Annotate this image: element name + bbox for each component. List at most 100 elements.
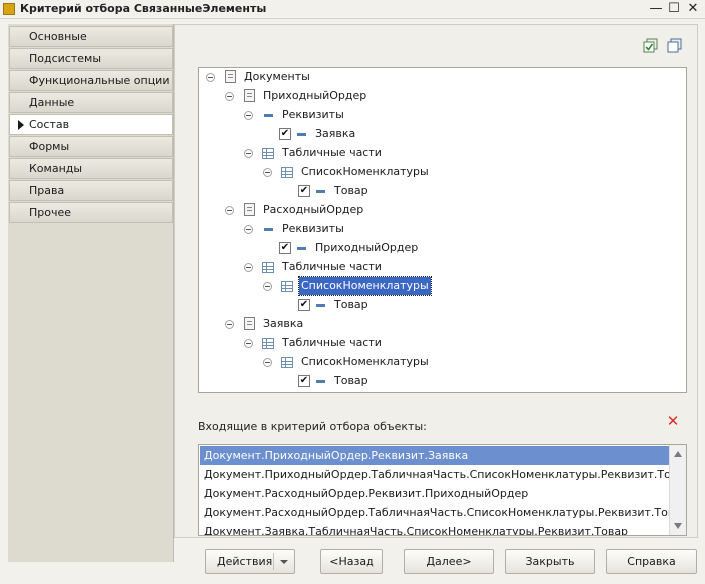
tree-checkbox[interactable]: ✔ — [298, 185, 310, 197]
collapse-icon[interactable] — [263, 358, 272, 367]
tree-node-label: ПриходныйОрдер — [315, 241, 419, 254]
close-window-button[interactable]: ✕ — [684, 0, 702, 18]
collapse-icon[interactable] — [225, 320, 234, 329]
sidebar-item-label: Подсистемы — [29, 52, 102, 65]
title-bar: Критерий отбора СвязанныеЭлементы — ☐ ✕ — [0, 0, 705, 19]
tree-node-attribute[interactable]: ✔ Товар — [199, 182, 679, 200]
table-icon — [281, 281, 293, 292]
close-button[interactable]: Закрыть — [505, 549, 595, 574]
sidebar-item-forms[interactable]: Формы — [9, 136, 173, 157]
tree-node-label: СписокНоменклатуры — [301, 355, 429, 368]
collapse-icon[interactable] — [244, 111, 253, 120]
tree-node-document[interactable]: РасходныйОрдер — [199, 201, 679, 219]
back-button[interactable]: <Назад — [320, 549, 383, 574]
sidebar-item-label: Состав — [29, 118, 70, 131]
sidebar-item-label: Основные — [29, 30, 87, 43]
scroll-up-icon[interactable] — [674, 451, 682, 457]
sidebar-item-commands[interactable]: Команды — [9, 158, 173, 179]
tree-checkbox[interactable]: ✔ — [298, 375, 310, 387]
check-all-icon[interactable] — [643, 38, 658, 53]
tree-checkbox[interactable]: ✔ — [279, 128, 291, 140]
tree-node-label: РасходныйОрдер — [263, 203, 364, 216]
tree-node-tabular-section[interactable]: СписокНоменклатуры — [199, 163, 679, 181]
maximize-button[interactable]: ☐ — [665, 0, 683, 18]
collapse-icon[interactable] — [225, 206, 234, 215]
sidebar-item-rights[interactable]: Права — [9, 180, 173, 201]
list-item[interactable]: Документ.ПриходныйОрдер.ТабличнаяЧасть.С… — [200, 465, 686, 484]
tree-node-attributes[interactable]: Реквизиты — [199, 106, 679, 124]
sidebar-item-data[interactable]: Данные — [9, 92, 173, 113]
tree-node-document[interactable]: ПриходныйОрдер — [199, 87, 679, 105]
delete-icon[interactable]: ✕ — [666, 414, 680, 429]
table-icon — [262, 148, 274, 159]
tree-node-tabular-section[interactable]: СписокНоменклатуры — [199, 276, 679, 296]
tree-node-documents[interactable]: Документы — [199, 68, 679, 86]
tree-node-attribute[interactable]: ✔ ПриходныйОрдер — [199, 239, 679, 257]
window-title: Критерий отбора СвязанныеЭлементы — [20, 2, 267, 15]
sidebar-item-main[interactable]: Основные — [9, 26, 173, 47]
tree-node-attribute[interactable]: ✔ Товар — [199, 296, 679, 314]
tree-checkbox[interactable]: ✔ — [298, 299, 310, 311]
tree-node-label: Реквизиты — [282, 108, 344, 121]
incoming-objects-list: Документ.ПриходныйОрдер.Реквизит.Заявка … — [198, 444, 687, 536]
list-item[interactable]: Документ.Заявка.ТабличнаяЧасть.СписокНом… — [200, 522, 670, 535]
next-button[interactable]: Далее> — [404, 549, 494, 574]
sidebar-item-content[interactable]: Состав — [9, 114, 173, 135]
collapse-icon[interactable] — [263, 168, 272, 177]
collapse-icon[interactable] — [244, 339, 253, 348]
tree-node-label: Табличные части — [282, 146, 382, 159]
minimize-button[interactable]: — — [647, 0, 665, 18]
sidebar-item-label: Права — [29, 184, 65, 197]
collapse-icon[interactable] — [244, 263, 253, 272]
tree-node-label: Табличные части — [282, 260, 382, 273]
tree-node-tabular-sections[interactable]: Табличные части — [199, 258, 679, 276]
tree-node-label: Заявка — [263, 317, 304, 330]
attribute-icon — [264, 228, 273, 231]
table-icon — [281, 167, 293, 178]
collapse-icon[interactable] — [244, 149, 253, 158]
actions-button[interactable]: Действия — [205, 549, 295, 574]
scroll-down-icon[interactable] — [674, 523, 682, 529]
attribute-icon — [297, 133, 306, 136]
metadata-tree: Документы ПриходныйОрдер Реквизиты ✔ Зая… — [198, 67, 687, 393]
document-icon — [225, 70, 236, 83]
tree-node-label: Заявка — [315, 127, 356, 140]
tree-node-label: Табличные части — [282, 336, 382, 349]
sidebar: Основные Подсистемы Функциональные опции… — [8, 24, 174, 562]
tree-node-tabular-section[interactable]: СписокНоменклатуры — [199, 353, 679, 371]
tree-node-attribute[interactable]: ✔ Заявка — [199, 125, 679, 143]
list-item[interactable]: Документ.РасходныйОрдер.Реквизит.Приходн… — [200, 484, 670, 503]
copy-icon[interactable] — [667, 38, 682, 53]
app-icon — [3, 3, 15, 15]
tree-checkbox[interactable]: ✔ — [279, 242, 291, 254]
sidebar-item-label: Данные — [29, 96, 75, 109]
vertical-scrollbar[interactable] — [669, 445, 686, 535]
actions-label: Действия — [217, 555, 273, 568]
table-icon — [281, 357, 293, 368]
chevron-down-icon — [280, 560, 288, 564]
tree-node-attributes[interactable]: Реквизиты — [199, 220, 679, 238]
document-icon — [244, 89, 255, 102]
tree-node-label: Товар — [334, 374, 368, 387]
collapse-icon[interactable] — [263, 282, 272, 291]
help-button[interactable]: Справка — [606, 549, 697, 574]
collapse-icon[interactable] — [206, 73, 215, 82]
tree-node-document[interactable]: Заявка — [199, 315, 679, 333]
tree-node-attribute[interactable]: ✔ Товар — [199, 372, 679, 390]
sidebar-item-label: Прочее — [29, 206, 72, 219]
tree-node-tabular-sections[interactable]: Табличные части — [199, 334, 679, 352]
sidebar-item-subsystems[interactable]: Подсистемы — [9, 48, 173, 69]
list-item[interactable]: Документ.ПриходныйОрдер.Реквизит.Заявка — [200, 446, 670, 465]
sidebar-item-functional-options[interactable]: Функциональные опции — [9, 70, 173, 91]
tree-node-label-selected: СписокНоменклатуры — [298, 276, 432, 296]
collapse-icon[interactable] — [244, 225, 253, 234]
sidebar-item-other[interactable]: Прочее — [9, 202, 173, 223]
sidebar-item-label: Команды — [29, 162, 83, 175]
divider — [273, 553, 274, 570]
tree-node-tabular-sections[interactable]: Табличные части — [199, 144, 679, 162]
collapse-icon[interactable] — [225, 92, 234, 101]
table-icon — [262, 262, 274, 273]
list-item[interactable]: Документ.РасходныйОрдер.ТабличнаяЧасть.С… — [200, 503, 686, 522]
table-icon — [262, 338, 274, 349]
attribute-icon — [264, 114, 273, 117]
